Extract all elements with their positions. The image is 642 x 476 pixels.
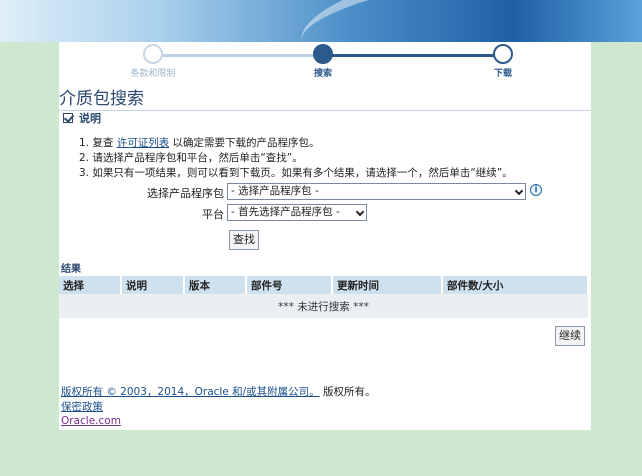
instruction-step-2: 2. 请选择产品程序包和平台，然后单击“查找”。 (79, 152, 303, 164)
train-step-label: 搜索 (313, 69, 332, 79)
instructions-heading: 说明 (79, 112, 101, 125)
column-header-parts-size[interactable]: 部件数/大小 (442, 276, 589, 294)
instruction-text: 1. 复查 (79, 137, 117, 149)
oracle-line: Oracle.com (61, 415, 121, 427)
train-step-label: 条款和限制 (130, 69, 176, 79)
column-header-description[interactable]: 说明 (121, 276, 185, 294)
train-step-label: 下载 (493, 69, 512, 79)
instructions-header[interactable]: 说明 (63, 110, 101, 126)
info-icon[interactable]: i (530, 184, 542, 196)
checkmark-icon (63, 113, 73, 123)
platform-selected: - 首先选择产品程序包 - (231, 206, 340, 218)
platform-row: 平台 - 首先选择产品程序包 - (59, 204, 591, 224)
instructions-list: 1. 复查 许可证列表 以确定需要下载的产品程序包。 2. 请选择产品程序包和平… (79, 136, 513, 181)
train-step-dot (143, 44, 163, 64)
instruction-step-1: 1. 复查 许可证列表 以确定需要下载的产品程序包。 (79, 136, 513, 151)
results-label: 结果 (61, 264, 81, 275)
license-list-link[interactable]: 许可证列表 (117, 137, 170, 149)
train-step-download: 下载 (453, 44, 553, 79)
banner-swoosh (294, 0, 642, 42)
empty-results-message: *** 未进行搜索 *** (59, 294, 588, 318)
platform-select[interactable]: - 首先选择产品程序包 - (227, 204, 367, 221)
product-pack-select[interactable]: - 选择产品程序包 - (227, 183, 526, 200)
copyright-line: 版权所有 © 2003，2014，Oracle 和/或其附属公司。 版权所有。 (61, 384, 376, 399)
product-row: 选择产品程序包 - 选择产品程序包 - i (59, 183, 591, 203)
train-step-dot (493, 44, 513, 64)
privacy-line: 保密政策 (61, 399, 103, 414)
copyright-suffix: 版权所有。 (319, 386, 376, 398)
column-header-version[interactable]: 版本 (184, 276, 247, 294)
page-title: 介质包搜索 (59, 84, 591, 111)
column-header-select[interactable]: 选择 (59, 276, 122, 294)
column-header-updated[interactable]: 更新时间 (332, 276, 443, 294)
table-header-row: 选择 说明 版本 部件号 更新时间 部件数/大小 (59, 276, 589, 294)
table-row: *** 未进行搜索 *** (59, 294, 588, 318)
chevron-down-icon (355, 207, 365, 217)
chevron-down-icon (514, 186, 524, 196)
results-table: 选择 说明 版本 部件号 更新时间 部件数/大小 *** 未进行搜索 *** (59, 276, 589, 318)
instruction-text: 以确定需要下载的产品程序包。 (169, 137, 320, 149)
instruction-step-3: 3. 如果只有一项结果，则可以看到下载页。如果有多个结果，请选择一个，然后单击“… (79, 167, 513, 179)
main-panel: 条款和限制 搜索 下载 介质包搜索 说明 1. 复查 许可证列表 以确定需要下载… (59, 42, 591, 430)
privacy-policy-link[interactable]: 保密政策 (61, 401, 103, 413)
copyright-link[interactable]: 版权所有 © 2003，2014，Oracle 和/或其附属公司。 (61, 386, 320, 398)
continue-button[interactable]: 继续 (555, 326, 585, 346)
product-pack-selected: - 选择产品程序包 - (231, 185, 319, 197)
train-step-terms[interactable]: 条款和限制 (103, 44, 203, 79)
oracle-com-link[interactable]: Oracle.com (61, 415, 121, 427)
header-banner (0, 0, 642, 42)
train-step-search: 搜索 (273, 44, 373, 79)
column-header-part-number[interactable]: 部件号 (246, 276, 333, 294)
find-button[interactable]: 查找 (229, 230, 259, 250)
train-step-dot (313, 44, 333, 64)
product-pack-label: 选择产品程序包 (147, 187, 224, 200)
platform-label: 平台 (202, 208, 224, 221)
process-train: 条款和限制 搜索 下载 (67, 42, 581, 79)
